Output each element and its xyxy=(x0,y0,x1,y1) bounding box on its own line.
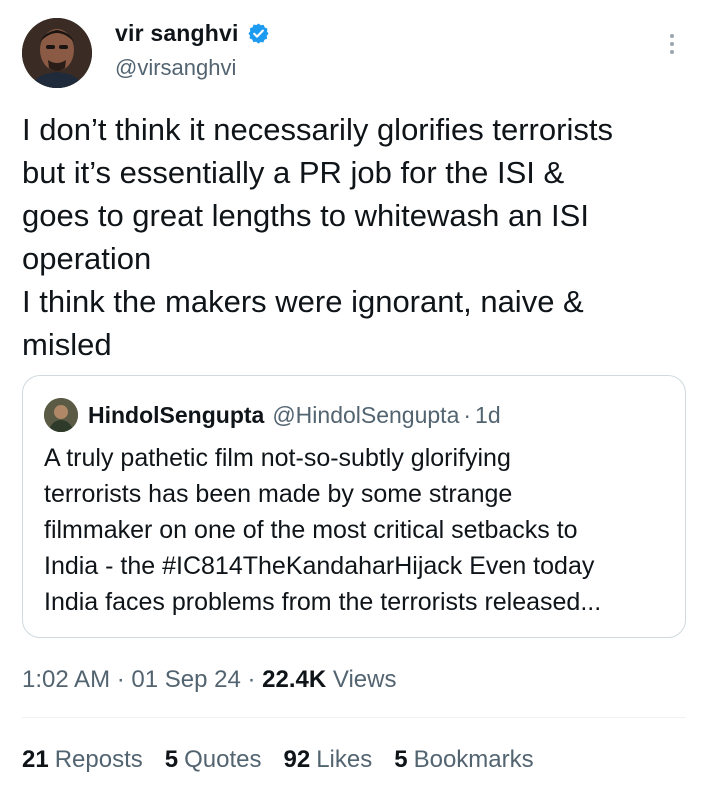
author-name-row: vir sanghvi xyxy=(115,20,270,47)
quotes-stat[interactable]: 5 Quotes xyxy=(165,746,262,774)
bookmarks-stat[interactable]: 5 Bookmarks xyxy=(394,746,533,774)
quoted-separator: · xyxy=(463,401,472,428)
views-count: 22.4K xyxy=(262,666,327,693)
engagement-stats: 21 Reposts 5 Quotes 92 Likes 5 Bookmarks xyxy=(22,746,556,774)
quoted-text: A truly pathetic film not-so-subtly glor… xyxy=(44,444,602,616)
reposts-stat[interactable]: 21 Reposts xyxy=(22,746,143,774)
bookmarks-label: Bookmarks xyxy=(413,746,534,773)
meta-separator: · xyxy=(110,666,132,693)
quotes-label: Quotes xyxy=(184,746,262,773)
tweet-meta: 1:02 AM · 01 Sep 24 · 22.4K Views xyxy=(22,666,396,694)
avatar-image xyxy=(22,18,92,88)
author-avatar[interactable] xyxy=(22,18,92,88)
bookmarks-count: 5 xyxy=(394,746,408,773)
tweet-date[interactable]: 01 Sep 24 xyxy=(131,666,240,693)
likes-label: Likes xyxy=(316,746,373,773)
quoted-avatar-image xyxy=(44,398,78,432)
more-options-button[interactable] xyxy=(662,30,682,62)
likes-count: 92 xyxy=(283,746,311,773)
reposts-count: 21 xyxy=(22,746,49,773)
quoted-handle: @HindolSengupta xyxy=(272,401,460,428)
likes-stat[interactable]: 92 Likes xyxy=(284,746,373,774)
more-vertical-icon xyxy=(662,34,682,54)
quoted-tweet[interactable]: HindolSengupta @HindolSengupta · 1d A tr… xyxy=(22,375,686,638)
reposts-label: Reposts xyxy=(54,746,143,773)
author-handle[interactable]: @virsanghvi xyxy=(115,55,236,81)
quoted-time: 1d xyxy=(475,401,501,428)
tweet-time[interactable]: 1:02 AM xyxy=(22,666,110,693)
views-label: Views xyxy=(332,666,397,693)
tweet-text: I don’t think it necessarily glorifies t… xyxy=(22,112,613,362)
quoted-header: HindolSengupta @HindolSengupta · 1d xyxy=(44,398,501,432)
verified-badge-icon xyxy=(248,23,269,44)
meta-separator: · xyxy=(240,666,263,693)
divider xyxy=(22,717,686,718)
author-display-name[interactable]: vir sanghvi xyxy=(115,20,239,47)
quoted-avatar xyxy=(44,398,78,432)
quoted-display-name: HindolSengupta xyxy=(88,401,265,428)
quotes-count: 5 xyxy=(164,746,179,773)
